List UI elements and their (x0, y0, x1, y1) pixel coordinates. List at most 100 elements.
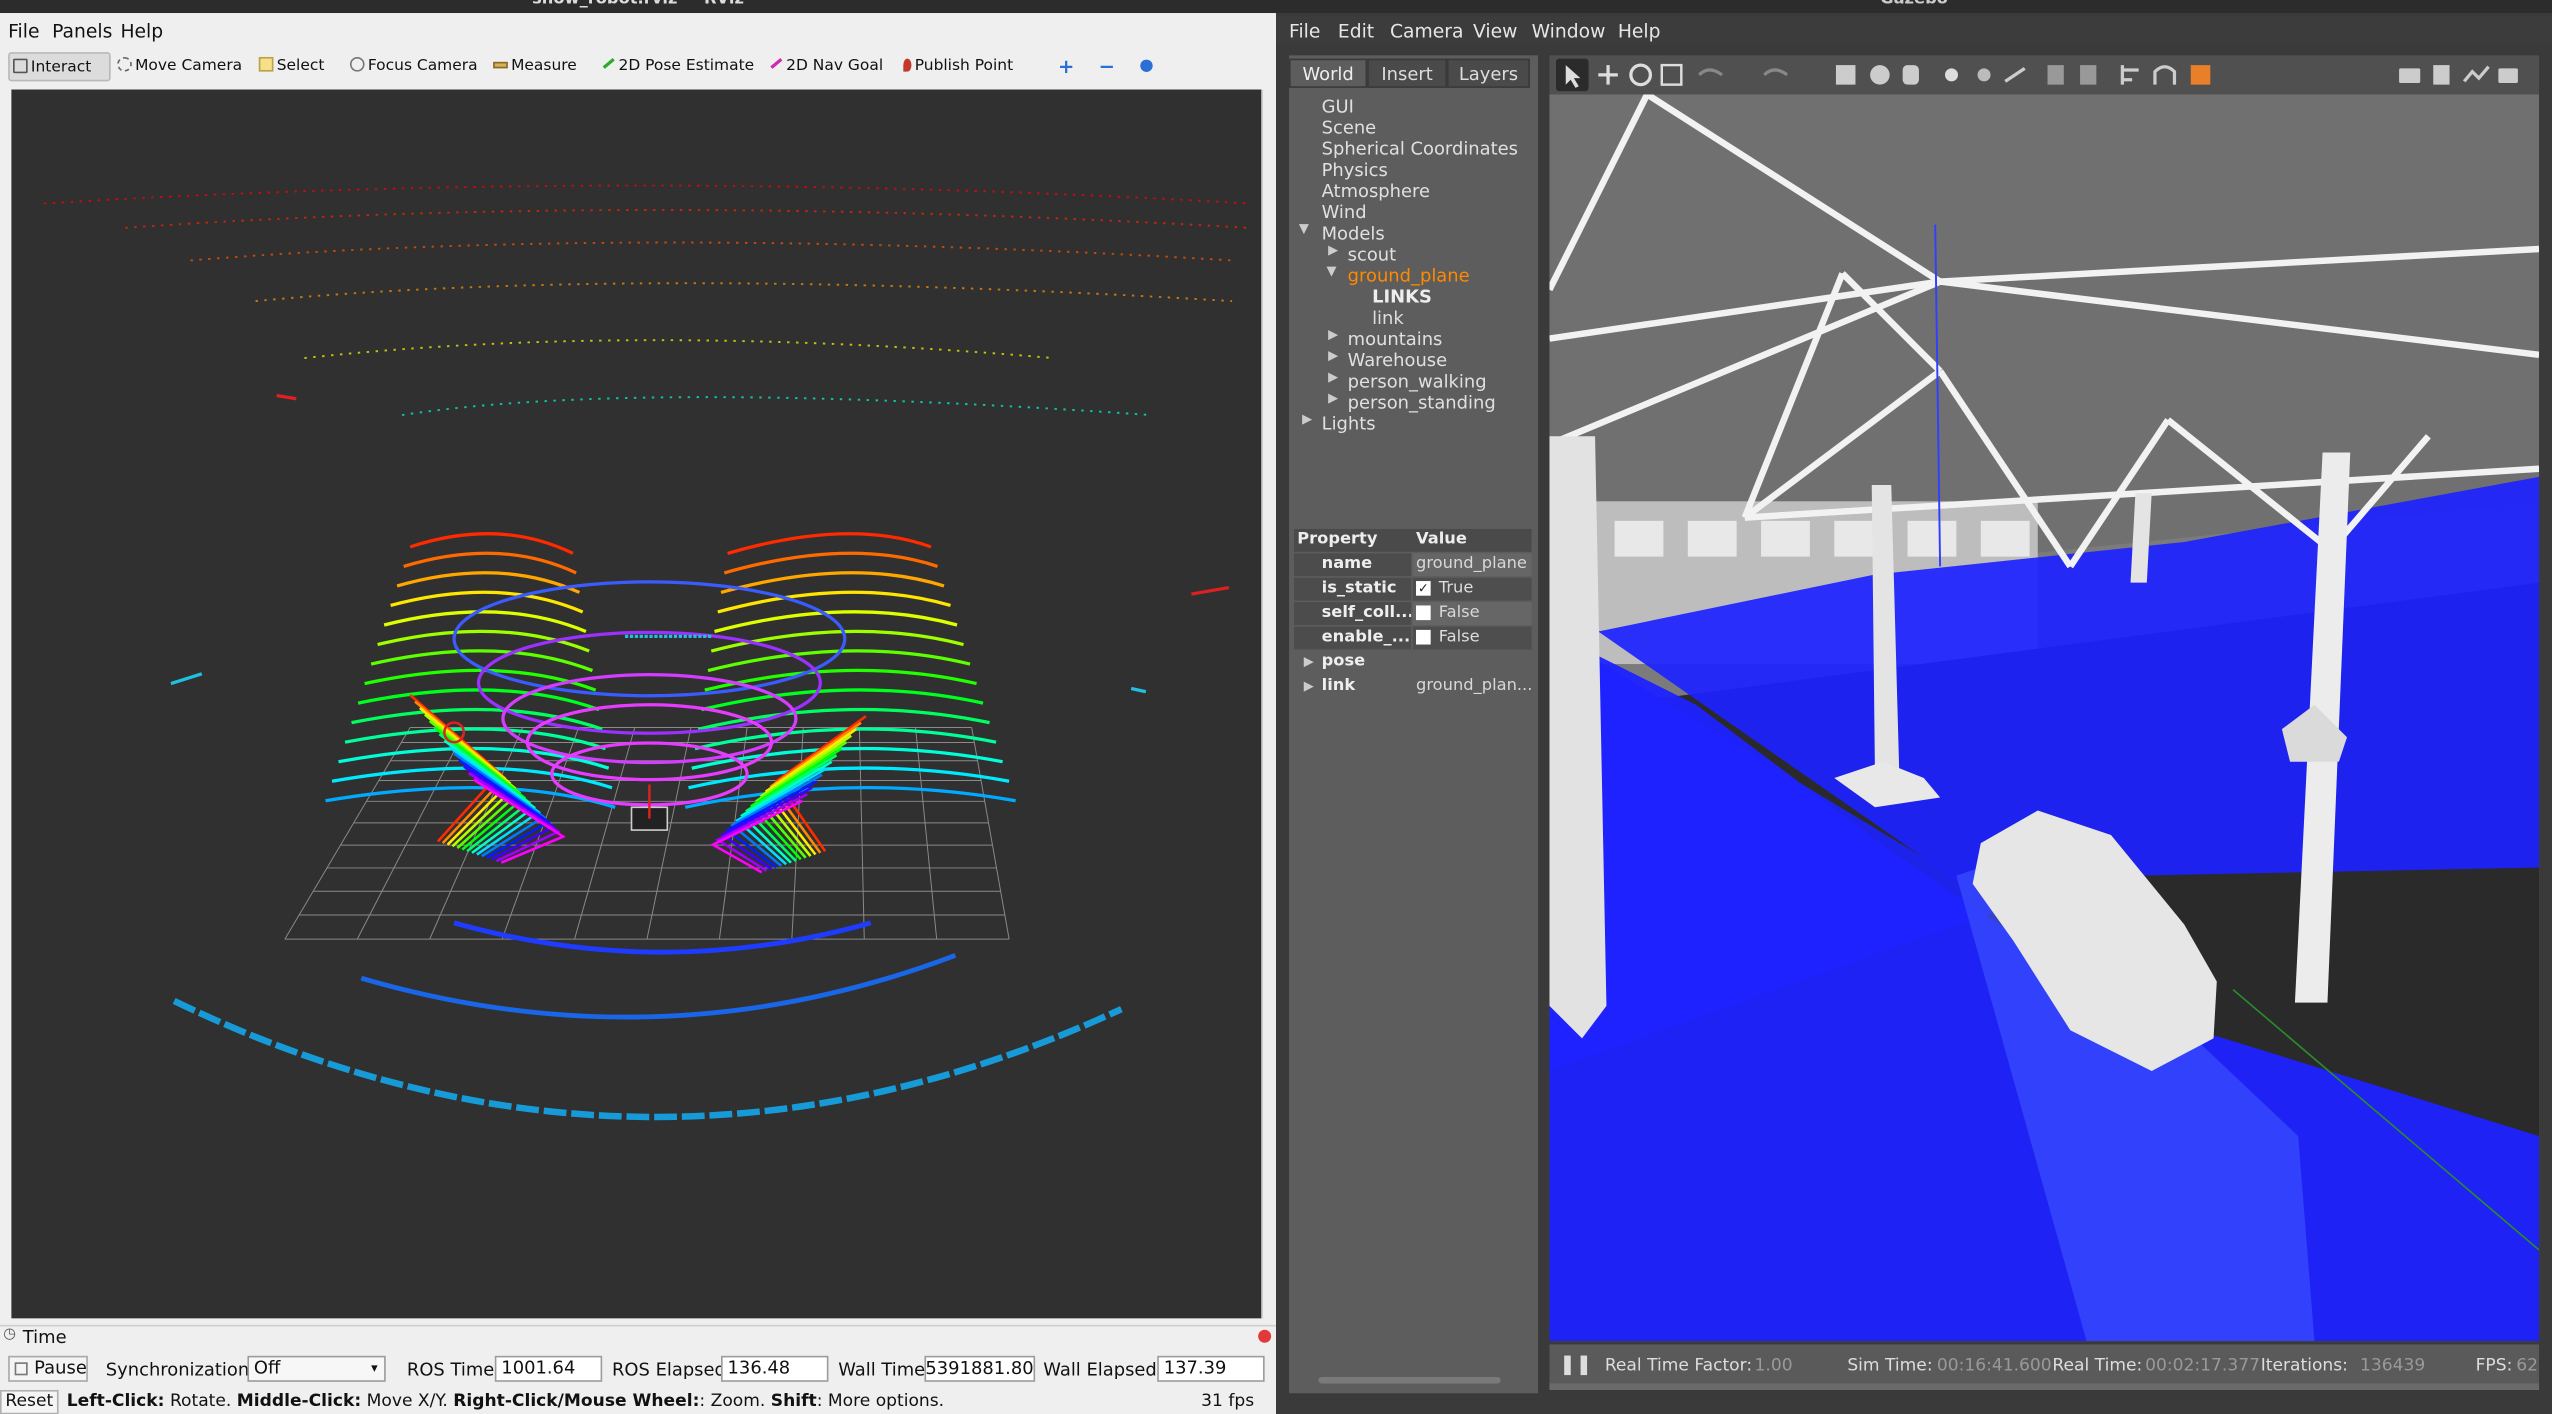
tree-person-walking[interactable]: person_walking (1348, 371, 1487, 392)
tree-scout[interactable]: scout (1348, 244, 1396, 265)
tree-ground-plane[interactable]: ground_plane (1348, 265, 1470, 286)
collapsed-arrow-icon[interactable]: ▶ (1304, 675, 1314, 698)
tab-layers[interactable]: Layers (1446, 58, 1530, 88)
collapsed-arrow-icon[interactable]: ▶ (1302, 412, 1312, 427)
align-icon[interactable] (2120, 65, 2139, 85)
tree-link[interactable]: link (1372, 308, 1404, 329)
gazebo-3d-view[interactable] (1549, 94, 2540, 1342)
close-panel-icon[interactable] (1258, 1329, 1272, 1343)
prop-value-text: False (1438, 628, 1480, 647)
remove-tool-icon[interactable]: − (1095, 52, 1115, 81)
gz-menu-help[interactable]: Help (1618, 20, 1661, 43)
sync-select[interactable]: Off ▾ (247, 1355, 386, 1382)
expanded-arrow-icon[interactable]: ▼ (1326, 264, 1336, 279)
tool-move-camera[interactable]: Move Camera (114, 52, 242, 81)
plot-icon[interactable] (2462, 65, 2490, 83)
screenshot-icon[interactable] (2399, 68, 2421, 84)
tool-properties-icon[interactable]: ● (1136, 52, 1153, 81)
checkbox-icon[interactable] (1416, 605, 1431, 621)
tree-mountains[interactable]: mountains (1348, 329, 1443, 350)
tree-warehouse[interactable]: Warehouse (1348, 350, 1448, 371)
tree-models[interactable]: Models (1322, 223, 1385, 244)
wall-elapsed-field[interactable]: 137.39 (1157, 1355, 1265, 1382)
tab-world[interactable]: World (1289, 58, 1368, 88)
tool-2d-pose-label: 2D Pose Estimate (618, 56, 755, 75)
prop-value[interactable]: ground_plane (1412, 553, 1532, 577)
rotate-mode-icon[interactable] (1629, 63, 1653, 87)
ros-elapsed-field[interactable]: 136.48 (721, 1355, 829, 1382)
copy-icon[interactable] (2047, 65, 2064, 85)
rviz-3d-view[interactable] (11, 89, 1262, 1319)
select-mode-icon[interactable] (1555, 58, 1589, 92)
rtf-label: Real Time Factor: (1604, 1355, 1753, 1376)
snap-icon[interactable] (2153, 65, 2177, 85)
collapsed-arrow-icon[interactable]: ▶ (1328, 348, 1338, 363)
checkbox-checked-icon[interactable]: ✓ (1416, 581, 1431, 596)
spot-light-icon[interactable] (1977, 68, 1991, 82)
tool-interact[interactable]: Interact (8, 52, 111, 82)
add-tool-icon[interactable]: + (1055, 52, 1074, 81)
gz-menu-edit[interactable]: Edit (1338, 20, 1374, 43)
prop-row-enable-wind[interactable]: enable_... False (1293, 626, 1532, 650)
cylinder-shape-icon[interactable] (1902, 65, 1919, 85)
expanded-arrow-icon[interactable]: ▼ (1299, 221, 1309, 236)
pause-sim-icon[interactable]: ❚❚ (1559, 1353, 1592, 1376)
tool-measure[interactable]: Measure (490, 52, 577, 81)
box-shape-icon[interactable] (1835, 65, 1856, 85)
tool-2d-pose-estimate[interactable]: 2D Pose Estimate (599, 52, 754, 81)
tool-2d-nav-goal[interactable]: 2D Nav Goal (767, 52, 883, 81)
scale-mode-icon[interactable] (1660, 63, 1683, 86)
tree-atmosphere[interactable]: Atmosphere (1322, 181, 1430, 202)
rviz-menu-file[interactable]: File (8, 20, 39, 43)
undo-icon[interactable] (1698, 68, 1723, 77)
tree-spherical[interactable]: Spherical Coordinates (1322, 138, 1518, 159)
collapsed-arrow-icon[interactable]: ▶ (1328, 327, 1338, 342)
gz-menu-window[interactable]: Window (1532, 20, 1606, 43)
translate-mode-icon[interactable] (1598, 65, 1618, 85)
video-record-icon[interactable] (2498, 68, 2518, 84)
tab-insert[interactable]: Insert (1367, 58, 1447, 88)
point-light-icon[interactable] (1944, 68, 1959, 82)
tool-publish-point[interactable]: Publish Point (900, 52, 1013, 81)
directional-light-icon[interactable] (2004, 67, 2026, 83)
change-view-icon[interactable] (2190, 65, 2211, 85)
checkbox-icon[interactable] (1416, 629, 1431, 645)
ros-time-field[interactable]: 1001.64 (494, 1355, 603, 1382)
wall-time-field[interactable]: 1695391881.80 (924, 1355, 1036, 1382)
tree-person-standing[interactable]: person_standing (1348, 392, 1496, 413)
prop-row-link[interactable]: link ▶ ground_plan... (1293, 675, 1532, 699)
prop-value[interactable]: ✓ True (1412, 577, 1532, 601)
sphere-shape-icon[interactable] (1870, 65, 1890, 85)
tree-lights[interactable]: Lights (1322, 413, 1376, 434)
tree-physics[interactable]: Physics (1322, 160, 1388, 181)
pause-button[interactable]: Pause (8, 1355, 88, 1382)
collapsed-arrow-icon[interactable]: ▶ (1328, 369, 1338, 384)
property-header: Property Value (1293, 528, 1532, 552)
footer-scrollbar[interactable] (1549, 1383, 2540, 1390)
tree-scene[interactable]: Scene (1322, 117, 1377, 138)
panel-scrollbar[interactable] (1318, 1376, 1501, 1384)
log-icon[interactable] (2433, 65, 2450, 85)
gz-menu-camera[interactable]: Camera (1390, 20, 1463, 43)
prop-value[interactable]: False (1412, 626, 1532, 650)
redo-icon[interactable] (1763, 68, 1789, 77)
collapsed-arrow-icon[interactable]: ▶ (1328, 243, 1338, 258)
tree-gui[interactable]: GUI (1322, 96, 1354, 117)
reset-button[interactable]: Reset (0, 1389, 59, 1414)
wall-elapsed-label: Wall Elapsed: (1043, 1359, 1163, 1381)
collapsed-arrow-icon[interactable]: ▶ (1304, 651, 1314, 674)
prop-row-self-collide[interactable]: self_coll... False (1293, 602, 1532, 625)
gz-menu-file[interactable]: File (1289, 20, 1320, 43)
prop-row-is-static[interactable]: is_static ✓ True (1293, 577, 1532, 601)
rviz-menu-panels[interactable]: Panels (52, 20, 112, 43)
prop-value[interactable]: False (1412, 602, 1532, 625)
collapsed-arrow-icon[interactable]: ▶ (1328, 391, 1338, 406)
paste-icon[interactable] (2080, 65, 2097, 85)
tool-focus-camera[interactable]: Focus Camera (347, 52, 478, 81)
tree-wind[interactable]: Wind (1322, 202, 1367, 223)
rviz-menu-help[interactable]: Help (120, 20, 163, 43)
tool-select[interactable]: Select (256, 52, 324, 81)
prop-row-name[interactable]: name ground_plane (1293, 553, 1532, 577)
prop-row-pose[interactable]: pose ▶ (1293, 651, 1532, 674)
gz-menu-view[interactable]: View (1473, 20, 1517, 43)
